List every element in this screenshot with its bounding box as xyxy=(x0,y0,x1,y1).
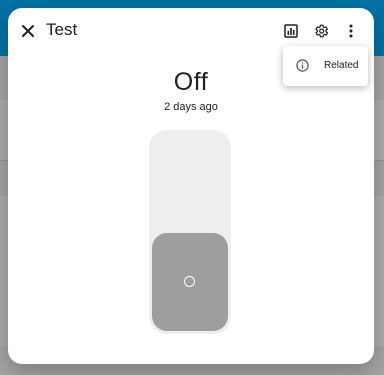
close-button[interactable] xyxy=(14,17,42,45)
gear-icon xyxy=(315,24,329,38)
chart-bar-icon xyxy=(284,24,298,38)
switch-knob[interactable] xyxy=(152,233,228,331)
toggle-switch[interactable] xyxy=(149,130,231,334)
more-options-button[interactable] xyxy=(337,17,365,45)
history-button[interactable] xyxy=(277,17,305,45)
more-vert-icon xyxy=(349,24,353,38)
close-icon xyxy=(22,25,34,37)
menu-item-label: Related xyxy=(324,60,359,71)
settings-button[interactable] xyxy=(307,17,335,45)
info-icon xyxy=(296,59,309,72)
dialog-title: Test xyxy=(46,20,78,39)
power-off-icon xyxy=(184,276,195,287)
overflow-menu: Related xyxy=(283,46,368,86)
last-changed: 2 days ago xyxy=(164,101,218,113)
menu-item-related[interactable]: Related xyxy=(283,46,368,86)
